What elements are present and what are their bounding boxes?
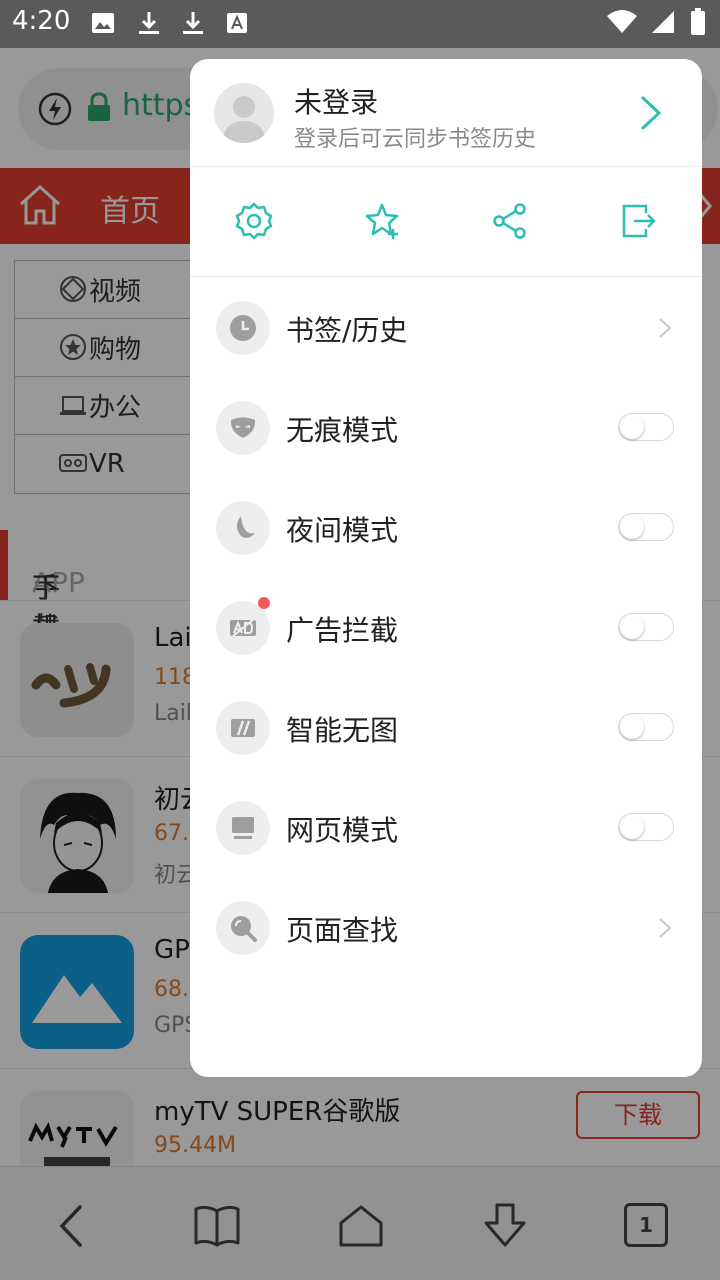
toggle-knob <box>620 415 644 439</box>
notification-badge <box>258 597 270 609</box>
menu-item-label: 页面查找 <box>286 914 399 947</box>
wifi-icon <box>607 10 637 33</box>
exit-icon[interactable] <box>618 201 658 241</box>
menu-item-desktop-mode[interactable]: 网页模式 <box>190 777 702 877</box>
menu-item-find-in-page[interactable]: 页面查找 <box>190 877 702 977</box>
toggle-knob <box>620 515 644 539</box>
status-bar: 4:20 <box>0 0 720 48</box>
add-bookmark-icon[interactable] <box>362 201 402 241</box>
download-status-icon <box>139 12 159 34</box>
search-icon <box>216 901 270 955</box>
menu-item-label: 网页模式 <box>286 814 399 847</box>
chevron-right-icon <box>659 318 672 338</box>
toggle-knob <box>620 615 644 639</box>
login-status: 未登录 <box>294 86 379 119</box>
toggle-knob <box>620 715 644 739</box>
login-hint: 登录后可云同步书签历史 <box>294 127 537 152</box>
text-notification-icon <box>227 13 247 33</box>
profile-row[interactable]: 未登录 登录后可云同步书签历史 <box>190 59 702 167</box>
menu-item-bookmarks-history[interactable]: 书签/历史 <box>190 277 702 377</box>
menu-item-label: 夜间模式 <box>286 514 399 547</box>
battery-icon <box>691 8 705 35</box>
menu-item-label: 智能无图 <box>286 714 399 747</box>
ad-block-icon <box>216 601 270 655</box>
settings-icon[interactable] <box>234 201 274 241</box>
chevron-right-icon[interactable] <box>640 95 662 131</box>
desktop-mode-toggle[interactable] <box>618 813 674 841</box>
menu-item-incognito[interactable]: 无痕模式 <box>190 377 702 477</box>
menu-item-label: 广告拦截 <box>286 614 399 647</box>
night-mode-toggle[interactable] <box>618 513 674 541</box>
no-image-toggle[interactable] <box>618 713 674 741</box>
moon-icon <box>216 501 270 555</box>
avatar[interactable] <box>214 83 274 143</box>
chevron-right-icon <box>659 918 672 938</box>
menu-item-label: 无痕模式 <box>286 414 399 447</box>
menu-item-no-image[interactable]: 智能无图 <box>190 677 702 777</box>
image-icon <box>92 13 114 33</box>
quick-actions <box>190 167 702 277</box>
menu-item-ad-block[interactable]: 广告拦截 <box>190 577 702 677</box>
menu-item-label: 书签/历史 <box>286 314 408 347</box>
toggle-knob <box>620 815 644 839</box>
incognito-toggle[interactable] <box>618 413 674 441</box>
share-icon[interactable] <box>490 201 530 241</box>
ad-block-toggle[interactable] <box>618 613 674 641</box>
incognito-mask-icon <box>216 401 270 455</box>
no-image-icon <box>216 701 270 755</box>
user-avatar-icon <box>222 96 266 143</box>
signal-icon <box>652 11 674 33</box>
monitor-icon <box>216 801 270 855</box>
menu-item-night-mode[interactable]: 夜间模式 <box>190 477 702 577</box>
download-status-icon-2 <box>183 12 203 34</box>
clock-icon <box>216 301 270 355</box>
status-time: 4:20 <box>12 6 71 36</box>
browser-menu: 未登录 登录后可云同步书签历史 书签/历史 无痕模式 夜间模式 广告拦截 智能无… <box>190 59 702 1077</box>
